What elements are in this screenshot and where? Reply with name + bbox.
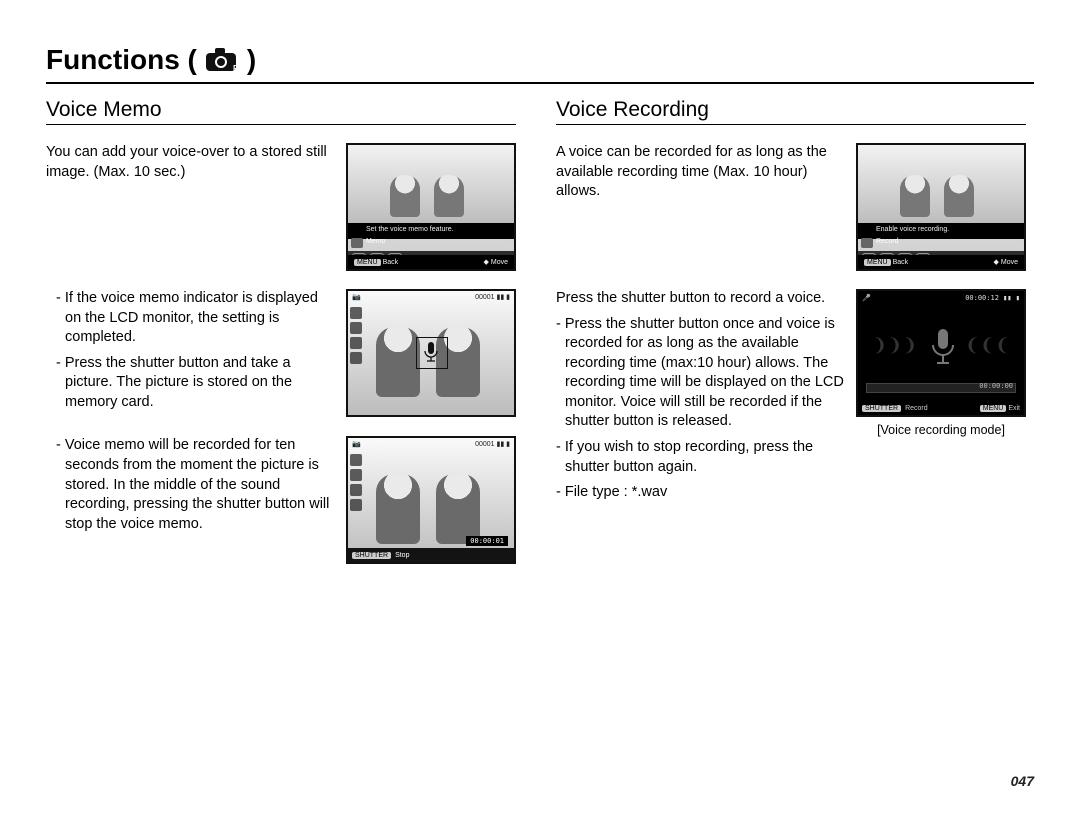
voice-memo-menu-screenshot: Set the voice memo feature. Memo MENU Ba…: [346, 143, 516, 271]
elapsed-time: 00:00:12: [965, 294, 999, 302]
title-divider: [46, 82, 1034, 84]
column-voice-memo: Voice Memo You can add your voice-over t…: [46, 98, 516, 582]
sound-wave-icon: ❩❩❩: [872, 335, 917, 356]
microphone-icon: [861, 238, 873, 248]
menu-tag: MENU: [354, 259, 381, 266]
voice-memo-intro: You can add your voice-over to a stored …: [46, 143, 334, 271]
side-icon: [350, 352, 362, 364]
side-icon: [350, 454, 362, 466]
move-label: Move: [491, 259, 508, 266]
page-number: 047: [1011, 773, 1034, 789]
stop-label: Stop: [395, 552, 409, 559]
frame-counter: 00001: [475, 294, 494, 301]
step-press-once: - Press the shutter button once and voic…: [565, 315, 844, 432]
step-lead: Press the shutter button to record a voi…: [556, 289, 844, 309]
voice-recording-steps: Press the shutter button to record a voi…: [556, 289, 844, 509]
voice-memo-step-text: - If the voice memo indicator is display…: [46, 289, 334, 418]
voice-recording-divider: [556, 124, 1026, 125]
voice-recording-heading: Voice Recording: [556, 98, 1026, 122]
title-text-close: ): [247, 44, 256, 76]
svg-text:Fn: Fn: [233, 64, 239, 73]
step-indicator: - If the voice memo indicator is display…: [65, 289, 334, 348]
voice-memo-capture-screenshot: 📷00001 ▮▮ ▮: [346, 289, 516, 417]
side-icon: [350, 469, 362, 481]
side-icon: [350, 307, 362, 319]
voice-memo-divider: [46, 124, 516, 125]
voice-memo-recording-text: - Voice memo will be recorded for ten se…: [46, 436, 334, 564]
shutter-tag: SHUTTER: [862, 405, 901, 412]
dpad-icon: ◆: [994, 259, 999, 266]
rec-mode-icon: 🎤: [862, 294, 871, 302]
voice-memo-indicator-icon: [421, 341, 441, 363]
side-icon: [350, 499, 362, 511]
dpad-icon: ◆: [484, 259, 489, 266]
menu-banner: Set the voice memo feature.: [348, 223, 514, 239]
exit-label: Exit: [1008, 405, 1020, 412]
menu-item-memo: Memo: [366, 238, 385, 245]
sound-wave-icon: ❩❩❩: [965, 335, 1010, 356]
screenshot-caption: [Voice recording mode]: [856, 423, 1026, 437]
side-icon: [350, 337, 362, 349]
progress-bar: 00:00:00: [866, 383, 1016, 393]
camera-fn-icon: Fn: [205, 47, 239, 73]
frame-counter: 00001: [475, 441, 494, 448]
side-icon: [350, 322, 362, 334]
page-title: Functions ( Fn ): [46, 44, 1034, 76]
menu-item-record: Record: [876, 238, 899, 245]
menu-banner: Enable voice recording.: [858, 223, 1024, 239]
voice-memo-recording-screenshot: 📷00001 ▮▮ ▮ 00:00:01 SHUTTERStop: [346, 436, 516, 564]
move-label: Move: [1001, 259, 1018, 266]
back-label: Back: [893, 259, 909, 266]
record-label: Record: [905, 405, 928, 412]
step-stop: - If you wish to stop recording, press t…: [565, 438, 844, 477]
menu-tag: MENU: [980, 405, 1007, 412]
column-voice-recording: Voice Recording A voice can be recorded …: [556, 98, 1026, 582]
step-take-picture: - Press the shutter button and take a pi…: [65, 354, 334, 413]
microphone-large-icon: [928, 327, 958, 367]
side-icon: [350, 484, 362, 496]
microphone-icon: [351, 238, 363, 248]
voice-recording-intro: A voice can be recorded for as long as t…: [556, 143, 844, 271]
recording-timer: 00:00:01: [466, 536, 508, 546]
file-type: - File type : *.wav: [565, 483, 844, 503]
back-label: Back: [383, 259, 399, 266]
shutter-tag: SHUTTER: [352, 552, 391, 559]
menu-tag: MENU: [864, 259, 891, 266]
voice-memo-heading: Voice Memo: [46, 98, 516, 122]
voice-recording-mode-screenshot: 🎤00:00:12 ▮▮ ▮ ❩❩❩ ❩❩❩ 00:00:00 SHUTTER …: [856, 289, 1026, 417]
title-text-open: Functions (: [46, 44, 197, 76]
step-recording: - Voice memo will be recorded for ten se…: [65, 436, 334, 534]
voice-recording-menu-screenshot: Enable voice recording. Record MENU Back…: [856, 143, 1026, 271]
bar-time: 00:00:00: [979, 382, 1013, 390]
